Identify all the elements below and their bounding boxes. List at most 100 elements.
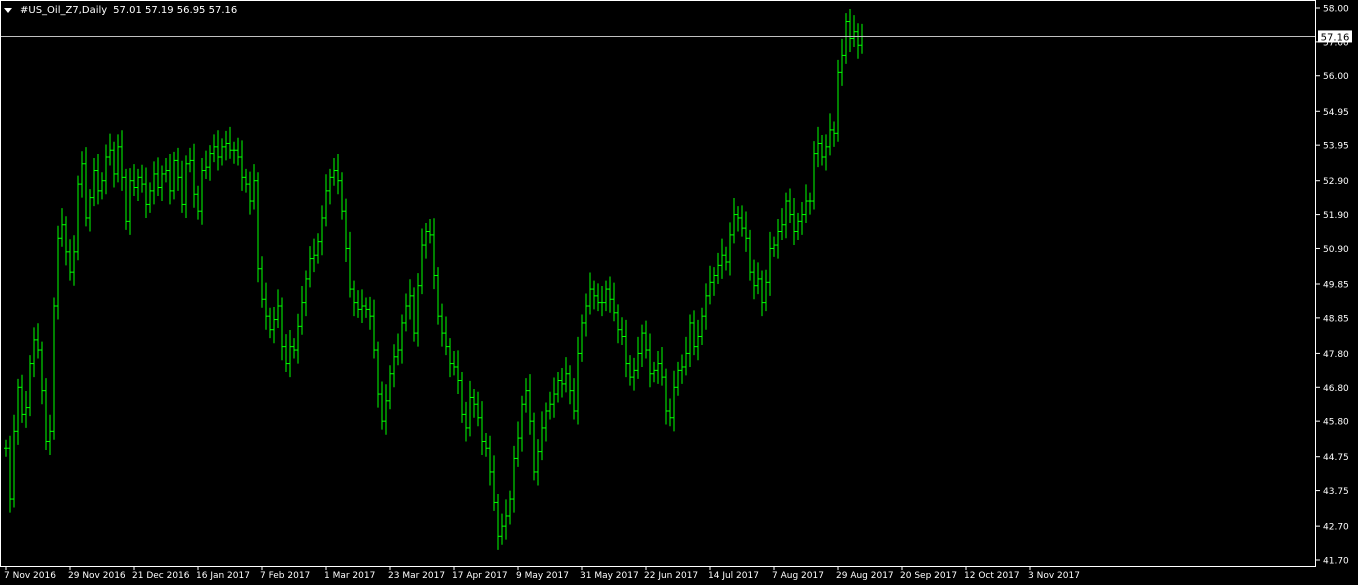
ohlc-bar (620, 317, 624, 345)
ohlc-bar (292, 338, 296, 359)
x-tick-label: 12 Oct 2017 (964, 571, 1020, 581)
ohlc-bar (792, 197, 796, 246)
ohlc-bar (412, 287, 416, 342)
ohlc-bar (240, 140, 244, 191)
ohlc-bar (500, 513, 504, 545)
ohlc-bar (456, 350, 460, 395)
y-tick-label: 46.80 (1323, 384, 1349, 394)
ohlc-bar (756, 262, 760, 295)
ohlc-bar (260, 256, 264, 308)
ohlc-plot[interactable]: 58.0057.0056.0054.9553.9552.9051.9050.90… (0, 0, 1358, 585)
ohlc-bar (432, 218, 436, 290)
ohlc-bar (436, 267, 440, 325)
ohlc-bar (308, 246, 312, 288)
y-tick-label: 53.95 (1323, 142, 1349, 152)
ohlc-bar (88, 189, 92, 232)
y-tick-label: 54.95 (1323, 108, 1349, 118)
ohlc-bar (132, 164, 136, 196)
x-tick-label: 9 May 2017 (516, 571, 569, 581)
ohlc-bar (784, 192, 788, 239)
y-tick-label: 44.75 (1323, 453, 1349, 463)
ohlc-bar (748, 229, 752, 281)
ohlc-bar (304, 270, 308, 317)
ohlc-bar (276, 289, 280, 329)
ohlc-bar (416, 273, 420, 347)
ohlc-bar (344, 198, 348, 262)
ohlc-bar (284, 334, 288, 373)
x-tick-label: 23 Mar 2017 (388, 571, 445, 581)
ohlc-bar (508, 490, 512, 525)
ohlc-bar (812, 141, 816, 210)
ohlc-bar (68, 239, 72, 281)
ohlc-bar (720, 238, 724, 279)
y-tick-label: 50.90 (1323, 245, 1349, 255)
bars-layer (4, 9, 864, 550)
ohlc-bar (332, 158, 336, 186)
ohlc-bar (608, 276, 612, 313)
ohlc-bar (520, 395, 524, 452)
ohlc-bar (584, 293, 588, 337)
ohlc-bar (796, 212, 800, 240)
ohlc-bar (676, 361, 680, 396)
ohlc-bar (376, 341, 380, 408)
ohlc-bar (124, 168, 128, 230)
y-tick-label: 49.85 (1323, 281, 1349, 291)
ohlc-bar (700, 307, 704, 345)
ohlc-bar (312, 238, 316, 273)
ohlc-bar (472, 388, 476, 418)
price-chart[interactable]: #US_Oil_Z7,Daily 57.01 57.19 56.95 57.16… (0, 0, 1358, 585)
ohlc-bar (152, 161, 156, 205)
time-axis: 7 Nov 2016 29 Nov 2016 21 Dec 2016 16 Jan 2… (4, 566, 1080, 581)
ohlc-bar (200, 158, 204, 225)
x-tick-label: 20 Sep 2017 (900, 571, 957, 581)
ohlc-bar (396, 333, 400, 366)
ohlc-bar (288, 330, 292, 378)
ohlc-bar (392, 344, 396, 388)
ohlc-bar (568, 365, 572, 405)
ohlc-bar (76, 175, 80, 261)
ohlc-bar (820, 134, 824, 166)
ohlc-bar (480, 401, 484, 456)
ohlc-bar (560, 367, 564, 398)
ohlc-bar (844, 13, 848, 64)
ohlc-bar (64, 216, 68, 266)
y-tick-label: 56.00 (1323, 72, 1349, 82)
x-tick-label: 17 Apr 2017 (452, 571, 508, 581)
ohlc-bar (616, 304, 620, 344)
ohlc-bar (48, 414, 52, 456)
ohlc-bar (800, 202, 804, 235)
ohlc-bar (316, 233, 320, 264)
ohlc-bar (196, 185, 200, 220)
x-tick-label: 7 Feb 2017 (260, 571, 310, 581)
ohlc-bar (84, 147, 88, 227)
ohlc-bar (120, 130, 124, 191)
plot-frame (0, 0, 1316, 567)
ohlc-bar (452, 351, 456, 376)
ohlc-bar (780, 208, 784, 240)
ohlc-bar (612, 282, 616, 322)
y-tick-label: 48.85 (1323, 314, 1349, 324)
x-tick-label: 29 Nov 2016 (68, 571, 126, 581)
ohlc-bar (824, 134, 828, 171)
ohlc-bar (788, 188, 792, 224)
ohlc-bar (108, 133, 112, 166)
ohlc-bar (740, 205, 744, 237)
ohlc-bar (504, 499, 508, 540)
svg-text:57.16: 57.16 (1321, 32, 1350, 43)
x-tick-label: 3 Nov 2017 (1028, 571, 1080, 581)
ohlc-bar (180, 160, 184, 213)
ohlc-bar (764, 269, 768, 312)
ohlc-bar (704, 283, 708, 330)
ohlc-bar (272, 307, 276, 344)
ohlc-bar (724, 246, 728, 271)
ohlc-bar (236, 137, 240, 166)
price-axis: 58.0057.0056.0054.9553.9552.9051.9050.90… (1316, 5, 1349, 567)
ohlc-bar (364, 297, 368, 318)
ohlc-bar (496, 493, 500, 550)
ohlc-bar (52, 297, 56, 440)
ohlc-bar (92, 158, 96, 207)
ohlc-bar (428, 218, 432, 244)
ohlc-bar (836, 59, 840, 142)
ohlc-bar (728, 222, 732, 276)
ohlc-bar (4, 439, 8, 457)
